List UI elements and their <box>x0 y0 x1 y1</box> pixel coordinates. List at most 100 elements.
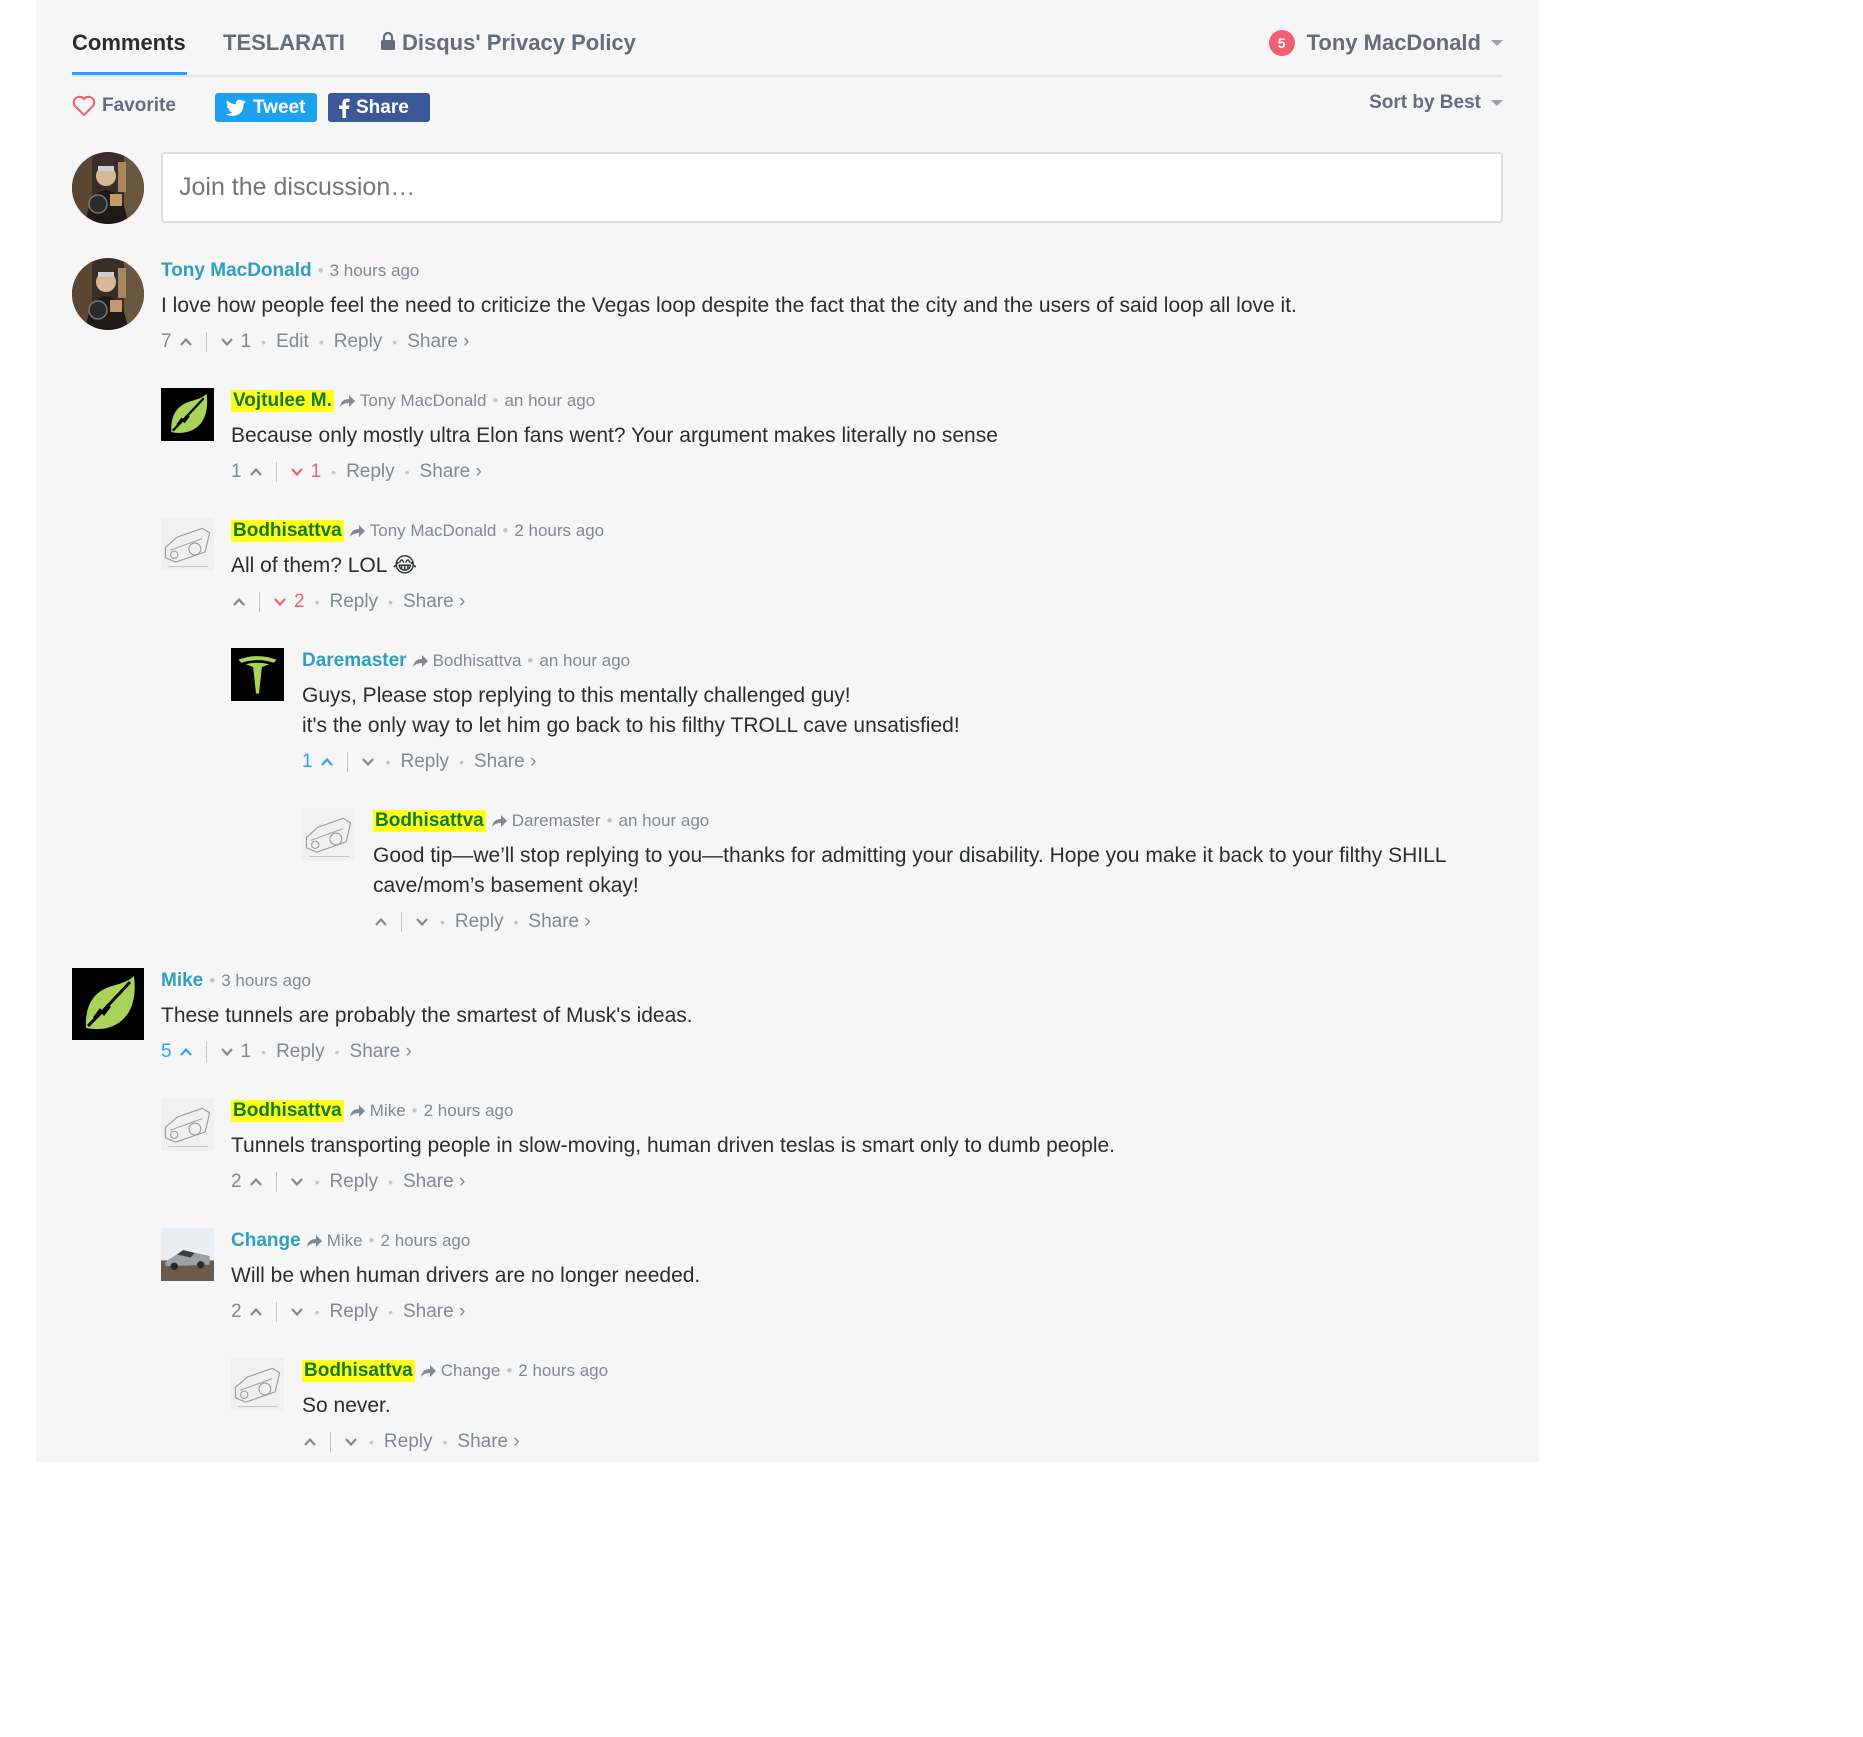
downvote-button[interactable]: 1 <box>219 1041 251 1063</box>
share-link[interactable]: Share › <box>407 331 469 353</box>
share-link[interactable]: Share › <box>350 1041 412 1063</box>
upvote-button[interactable] <box>373 914 389 930</box>
reply-link[interactable]: Reply <box>329 1301 378 1323</box>
reply-to[interactable]: Mike <box>305 1231 363 1251</box>
notification-badge[interactable]: 5 <box>1268 30 1295 56</box>
avatar[interactable] <box>72 968 144 1040</box>
reply-link[interactable]: Reply <box>346 461 395 483</box>
downvote-button[interactable] <box>343 1434 359 1450</box>
author-name[interactable]: Bodhisattva <box>231 520 344 542</box>
author-name[interactable]: Bodhisattva <box>302 1360 415 1382</box>
timestamp[interactable]: 2 hours ago <box>381 1231 471 1251</box>
share-link[interactable]: Share › <box>420 461 482 483</box>
reply-to[interactable]: Tony MacDonald <box>348 521 496 541</box>
reply-to[interactable]: Daremaster <box>490 811 601 831</box>
author-name[interactable]: Vojtulee M. <box>231 390 334 412</box>
upvote-button[interactable]: 7 <box>161 331 194 353</box>
reply-link[interactable]: Reply <box>276 1041 325 1063</box>
upvote-button[interactable]: 1 <box>302 751 335 773</box>
upvote-button[interactable] <box>302 1434 318 1450</box>
avatar[interactable] <box>231 1358 284 1411</box>
reply-to[interactable]: Tony MacDonald <box>338 391 487 411</box>
timestamp[interactable]: 2 hours ago <box>514 521 604 541</box>
avatar[interactable] <box>302 808 355 861</box>
sort-label: Sort by Best <box>1369 92 1481 113</box>
avatar[interactable] <box>161 1098 214 1151</box>
tab-comments[interactable]: Comments <box>72 30 186 56</box>
user-menu[interactable]: 5 Tony MacDonald <box>1268 30 1503 56</box>
reply-to[interactable]: Mike <box>348 1101 406 1121</box>
author-name[interactable]: Bodhisattva <box>373 810 486 832</box>
downvote-button[interactable]: 1 <box>289 461 321 483</box>
reply-to[interactable]: Bodhisattva <box>411 651 521 671</box>
share-link[interactable]: Share › <box>403 591 465 613</box>
reply-link[interactable]: Reply <box>400 751 449 773</box>
downvote-button[interactable] <box>289 1304 305 1320</box>
author-name[interactable]: Daremaster <box>302 650 407 672</box>
avatar[interactable] <box>72 258 144 330</box>
edit-link[interactable]: Edit <box>276 331 309 353</box>
downvote-button[interactable] <box>360 754 376 770</box>
reply-link[interactable]: Reply <box>329 591 378 613</box>
timestamp[interactable]: 3 hours ago <box>221 971 311 991</box>
comment-body: Vojtulee M. Tony MacDonald • an hour ago… <box>231 388 1503 487</box>
share-link[interactable]: Share › <box>528 911 590 933</box>
author-name[interactable]: Mike <box>161 970 203 992</box>
downvote-button[interactable]: 1 <box>219 331 252 353</box>
share-link[interactable]: Share › <box>457 1431 519 1453</box>
downvote-count: 1 <box>240 331 252 352</box>
timestamp[interactable]: an hour ago <box>539 651 630 671</box>
comment-text: So never. <box>302 1394 391 1417</box>
author-name[interactable]: Bodhisattva <box>231 1100 344 1122</box>
reply-to-name: Change <box>440 1361 501 1380</box>
upvote-button[interactable]: 5 <box>161 1041 194 1063</box>
share-link[interactable]: Share › <box>403 1301 465 1323</box>
upvote-count: 7 <box>161 331 172 352</box>
author-name[interactable]: Change <box>231 1230 301 1252</box>
tab-privacy-policy[interactable]: Disqus' Privacy Policy <box>380 30 636 56</box>
separator-dot: • <box>317 261 324 280</box>
timestamp[interactable]: 2 hours ago <box>518 1361 608 1381</box>
reply-to-name: Daremaster <box>511 811 601 830</box>
reply-link[interactable]: Reply <box>384 1431 433 1453</box>
timestamp[interactable]: an hour ago <box>619 811 710 831</box>
downvote-count: 2 <box>294 591 305 612</box>
timestamp[interactable]: 2 hours ago <box>424 1101 514 1121</box>
downvote-button[interactable] <box>414 914 430 930</box>
sort-dropdown[interactable]: Sort by Best <box>1369 92 1503 114</box>
tweet-button[interactable]: Tweet <box>215 93 317 122</box>
separator-dot: • <box>527 651 534 670</box>
tweet-label: Tweet <box>253 96 306 118</box>
chevron-down-icon <box>1491 100 1503 106</box>
avatar[interactable] <box>161 518 214 571</box>
reply-link[interactable]: Reply <box>455 911 504 933</box>
tab-teslarati[interactable]: TESLARATI <box>223 30 345 56</box>
upvote-button[interactable]: 1 <box>231 461 264 483</box>
chevron-up-icon <box>248 1304 264 1320</box>
downvote-button[interactable] <box>289 1174 305 1190</box>
comment-footer: • Reply • Share › <box>373 907 1503 937</box>
downvote-button[interactable]: 2 <box>272 591 305 613</box>
reply-to[interactable]: Change <box>419 1361 501 1381</box>
timestamp[interactable]: an hour ago <box>504 391 595 411</box>
discussion-input[interactable] <box>161 152 1503 223</box>
timestamp[interactable]: 3 hours ago <box>330 261 420 281</box>
reply-arrow-icon <box>348 1103 366 1119</box>
upvote-button[interactable]: 2 <box>231 1171 264 1193</box>
reply-link[interactable]: Reply <box>329 1171 378 1193</box>
upvote-button[interactable] <box>231 594 247 610</box>
share-link[interactable]: Share › <box>474 751 536 773</box>
upvote-button[interactable]: 2 <box>231 1301 264 1323</box>
avatar[interactable] <box>161 388 214 441</box>
comment-header: Bodhisattva Change • 2 hours ago <box>302 1358 1503 1384</box>
share-link[interactable]: Share › <box>403 1171 465 1193</box>
current-user-avatar[interactable] <box>72 152 144 224</box>
author-name[interactable]: Tony MacDonald <box>161 260 312 282</box>
avatar[interactable] <box>231 648 284 701</box>
avatar[interactable] <box>161 1228 214 1281</box>
reply-link[interactable]: Reply <box>334 331 383 353</box>
favorite-button[interactable]: Favorite <box>72 95 176 117</box>
comment-header: Bodhisattva Mike • 2 hours ago <box>231 1098 1503 1124</box>
vote-divider <box>275 462 277 482</box>
facebook-share-button[interactable]: Share <box>328 93 430 122</box>
